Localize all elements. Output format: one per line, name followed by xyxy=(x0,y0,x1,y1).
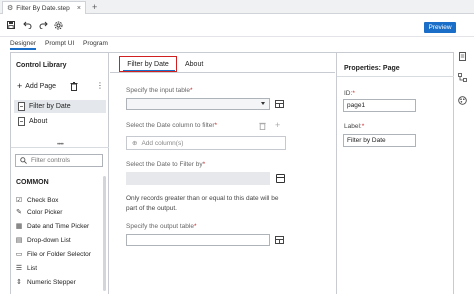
control-item-label: Drop-down List xyxy=(27,236,71,244)
add-columns-placeholder: Add column(s) xyxy=(141,139,184,147)
color-picker-icon: ✎ xyxy=(16,209,22,216)
add-page-label: Add Page xyxy=(25,82,57,90)
hierarchy-icon[interactable] xyxy=(458,73,467,82)
page-list-item-about[interactable]: About xyxy=(14,115,106,128)
numeric-stepper-icon: ⇕ xyxy=(16,279,22,286)
more-options-icon[interactable]: ⋮ xyxy=(96,81,104,90)
control-item-list[interactable]: ☰ List xyxy=(15,262,37,274)
input-table-label: Specify the input table* xyxy=(126,87,193,94)
document-tab[interactable]: ⚙ Filter By Date.step × xyxy=(2,1,86,14)
search-icon xyxy=(20,157,27,164)
date-column-label: Select the Date column to filter* xyxy=(126,122,218,129)
settings-icon[interactable] xyxy=(53,20,63,30)
browse-table-icon[interactable] xyxy=(275,100,284,108)
tab-about[interactable]: About xyxy=(185,61,203,68)
page-list-item-label: About xyxy=(29,118,48,125)
section-header-common: COMMON xyxy=(16,179,49,186)
date-filter-label: Select the Date to Filter by* xyxy=(126,161,206,168)
list-icon: ☰ xyxy=(15,265,23,272)
control-item-date-time-picker[interactable]: ▦ Date and Time Picker xyxy=(15,220,89,232)
control-item-label: Numeric Stepper xyxy=(27,278,76,286)
page-icon xyxy=(18,102,25,111)
divider xyxy=(11,147,109,148)
page-list-item-label: Filter by Date xyxy=(29,103,71,110)
id-field[interactable]: page1 xyxy=(343,99,416,112)
control-item-label: List xyxy=(27,264,38,272)
toolbar: Preview xyxy=(0,15,474,37)
control-item-drop-down-list[interactable]: ▤ Drop-down List xyxy=(15,234,71,246)
document-tab-title: Filter By Date.step xyxy=(16,4,70,12)
add-page-button[interactable]: + Add Page xyxy=(17,81,57,91)
output-table-label: Specify the output table* xyxy=(126,223,197,230)
control-item-check-box[interactable]: ☑ Check Box xyxy=(15,194,59,206)
control-item-color-picker[interactable]: ✎ Color Picker xyxy=(15,206,62,218)
document-icon[interactable] xyxy=(458,52,467,61)
delete-column-icon[interactable] xyxy=(259,122,266,132)
input-table-select[interactable] xyxy=(126,98,270,110)
add-tab-icon[interactable]: + xyxy=(92,2,97,12)
add-column-icon[interactable]: + xyxy=(275,121,280,130)
divider xyxy=(110,72,335,73)
library-scrollbar[interactable] xyxy=(103,176,106,291)
control-item-label: Date and Time Picker xyxy=(27,222,90,230)
label-field[interactable]: Filter by Date xyxy=(343,134,416,147)
undo-icon[interactable] xyxy=(22,20,32,30)
properties-title: Properties: Page xyxy=(344,65,400,72)
dropdown-list-icon: ▤ xyxy=(15,237,23,244)
control-item-numeric-stepper[interactable]: ⇕ Numeric Stepper xyxy=(15,276,76,288)
add-columns-input[interactable]: ⊕ Add column(s) xyxy=(126,136,286,150)
chevron-down-icon xyxy=(261,102,265,105)
delete-page-icon[interactable] xyxy=(70,82,78,91)
calendar-icon[interactable] xyxy=(276,174,285,183)
calendar-icon: ▦ xyxy=(15,223,23,230)
filter-controls-input[interactable]: Filter controls xyxy=(15,154,103,167)
filter-controls-placeholder: Filter controls xyxy=(31,157,71,164)
control-item-label: Check Box xyxy=(27,196,59,204)
label-label: Label:* xyxy=(344,123,365,130)
page-icon xyxy=(18,117,25,126)
plus-icon: + xyxy=(17,81,23,91)
palette-icon[interactable] xyxy=(458,96,467,105)
active-tab-indicator xyxy=(123,70,175,71)
control-item-file-folder-selector[interactable]: ▭ File or Folder Selector xyxy=(15,248,91,260)
divider xyxy=(337,76,454,77)
view-tabs: Designer Prompt UI Program xyxy=(0,38,474,50)
browse-table-icon[interactable] xyxy=(275,236,284,244)
tab-program[interactable]: Program xyxy=(83,39,108,50)
date-filter-note: Only records greater than or equal to th… xyxy=(126,195,279,212)
date-filter-input[interactable] xyxy=(126,172,270,185)
control-item-label: File or Folder Selector xyxy=(27,250,91,258)
redo-icon[interactable] xyxy=(38,20,48,30)
folder-icon: ▭ xyxy=(15,251,23,258)
output-table-input[interactable] xyxy=(126,234,270,246)
tab-prompt-ui[interactable]: Prompt UI xyxy=(45,39,74,50)
preview-button[interactable]: Preview xyxy=(424,22,456,33)
control-item-label: Color Picker xyxy=(27,208,63,216)
id-label: ID:* xyxy=(344,90,355,97)
save-icon[interactable] xyxy=(6,20,16,30)
step-icon: ⚙ xyxy=(7,5,14,12)
tab-designer[interactable]: Designer xyxy=(10,39,37,50)
tab-bar: ⚙ Filter By Date.step × + xyxy=(0,0,474,14)
control-library-title: Control Library xyxy=(16,62,67,69)
checkbox-icon: ☑ xyxy=(15,197,23,204)
page-list-item-filter-by-date[interactable]: Filter by Date xyxy=(14,100,106,113)
close-tab-icon[interactable]: × xyxy=(77,5,81,12)
plus-circle-icon: ⊕ xyxy=(132,140,138,147)
